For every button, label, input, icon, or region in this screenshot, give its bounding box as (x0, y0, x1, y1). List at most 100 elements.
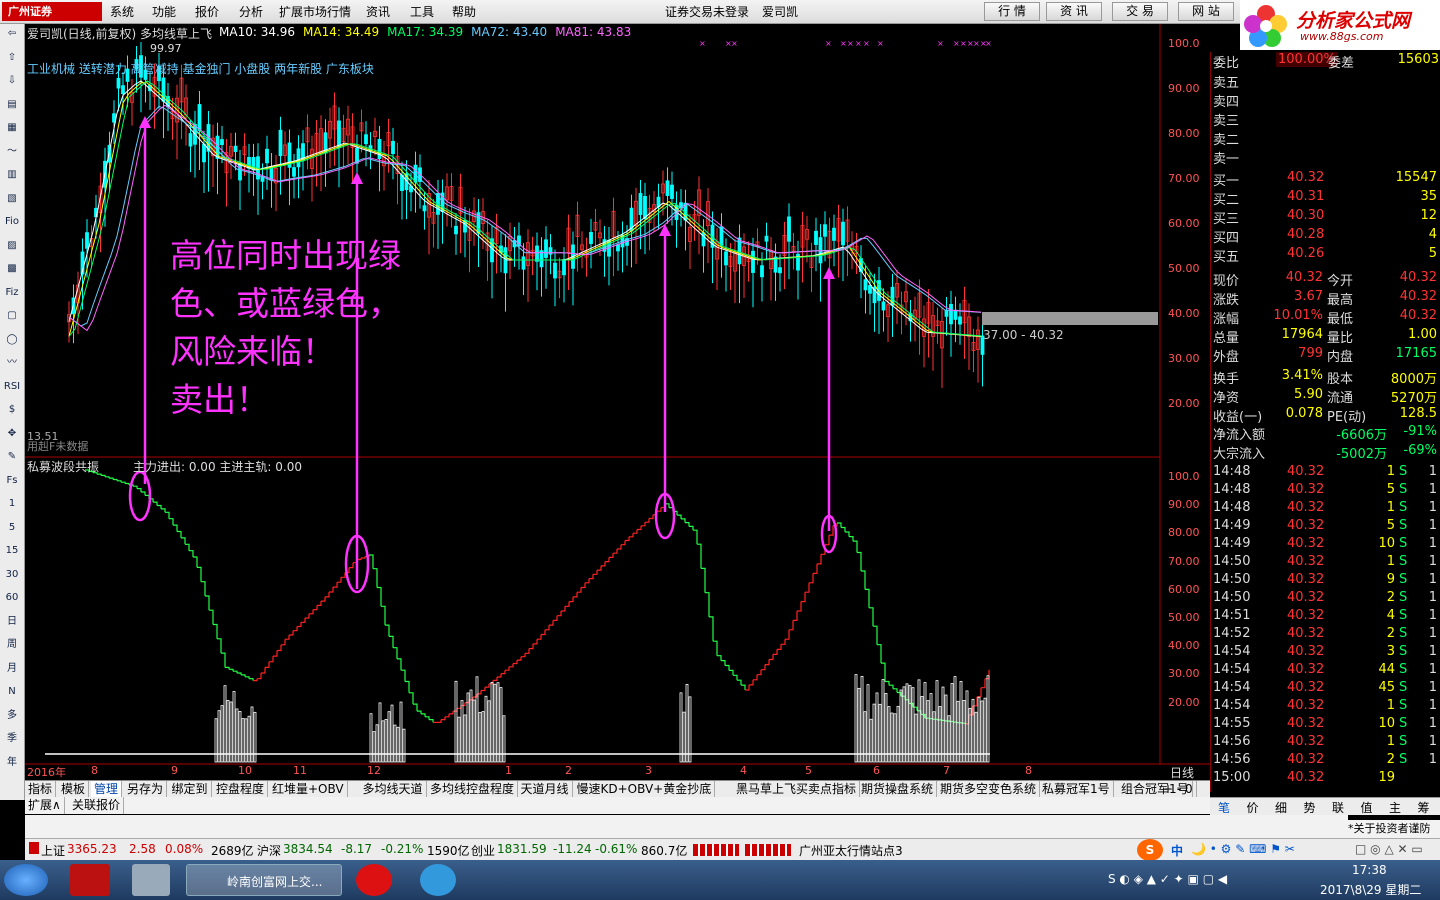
toolbar-tool-icon[interactable]: 15 (3, 543, 21, 559)
website-button[interactable]: 网 站 (1178, 2, 1234, 21)
toolbar-tool-icon[interactable]: ✎ (3, 449, 21, 465)
toolbar-tool-icon[interactable]: ▩ (3, 261, 21, 277)
start-button[interactable] (4, 864, 48, 896)
toolbar-tool-icon[interactable]: 5 (3, 520, 21, 536)
toolbar-tool-icon[interactable]: ◯ (3, 332, 21, 348)
buy-order-row[interactable]: 买二 40.31 35 (1211, 189, 1440, 208)
quote-site[interactable]: 广州亚太行情站点3 (799, 842, 903, 859)
toolbar-tool-icon[interactable]: 日 (3, 614, 21, 630)
sector-blocks[interactable]: 工业机械 送转潜力 高管减持 基金独门 小盘股 两年新股 广东板块 (27, 60, 374, 77)
investor-notice[interactable]: *关于投资者谨防 (1348, 820, 1440, 838)
toolbar-tool-icon[interactable]: ▢ (3, 308, 21, 324)
extend-toggle[interactable]: 扩展∧ (25, 797, 65, 814)
menu-function[interactable]: 功能 (152, 3, 176, 21)
sogou-ime-icon[interactable]: S (1137, 839, 1163, 861)
toolbar-tool-icon[interactable]: ⇧ (3, 50, 21, 66)
indicator-title[interactable]: 私募波段共振 (27, 458, 99, 475)
toolbar-tool-icon[interactable]: Fiz (3, 285, 21, 301)
indicator-tab[interactable]: 多均线天道 (360, 781, 427, 798)
window-controls[interactable]: □ ◎ △ ✕ ▭ (1355, 842, 1423, 856)
menu-analysis[interactable]: 分析 (239, 3, 263, 21)
quote-view-tab[interactable]: 笔 (1218, 799, 1230, 816)
menu-help[interactable]: 帮助 (452, 3, 476, 21)
toolbar-tool-icon[interactable]: 30 (3, 567, 21, 583)
sell-order-row[interactable]: 卖四 (1211, 91, 1440, 110)
clock-time[interactable]: 17:38 (1352, 863, 1387, 877)
taskbar-app-red-icon[interactable] (356, 864, 392, 896)
sell-order-row[interactable]: 卖一 (1211, 148, 1440, 167)
menu-system[interactable]: 系统 (110, 3, 134, 21)
menu-quote[interactable]: 报价 (195, 3, 219, 21)
indicator-tab[interactable]: 控盘程度 (213, 781, 269, 798)
hs-index-name[interactable]: 沪深 (257, 842, 281, 859)
toolbar-tool-icon[interactable]: 〜 (3, 144, 21, 160)
sell-order-row[interactable]: 卖三 (1211, 110, 1440, 129)
tab-scroll-controls[interactable]: + - 0 (1160, 781, 1197, 798)
toolbar-tool-icon[interactable]: 季 (3, 731, 21, 747)
toolbar-tool-icon[interactable]: ▧ (3, 191, 21, 207)
toolbar-tool-icon[interactable]: 60 (3, 590, 21, 606)
toolbar-tool-icon[interactable]: ⇦ (3, 26, 21, 42)
ime-toolbar-icons[interactable]: 🌙 • ⚙ ✎ ⌨ ⚑ ✂ (1191, 842, 1295, 856)
period-label[interactable]: 日线 (1170, 764, 1194, 781)
clock-date[interactable]: 2017\8\29 星期二 (1320, 881, 1421, 898)
indicator-tab[interactable]: 另存为 (124, 781, 168, 798)
toolbar-tool-icon[interactable]: ▥ (3, 167, 21, 183)
toolbar-tool-icon[interactable]: ▦ (3, 120, 21, 136)
indicator-tab[interactable]: 指标 (25, 781, 57, 798)
toolbar-tool-icon[interactable]: 月 (3, 661, 21, 677)
indicator-tab[interactable]: 模板 (58, 781, 90, 798)
news-button[interactable]: 资 讯 (1046, 2, 1102, 21)
indicator-tab[interactable]: 私募冠军1号 (1039, 781, 1114, 798)
toolbar-tool-icon[interactable]: $ (3, 402, 21, 418)
indicator-tab[interactable]: 期货多空变色系统 (937, 781, 1041, 798)
menu-tools[interactable]: 工具 (410, 3, 434, 21)
quote-view-tab[interactable]: 筹 (1418, 799, 1430, 816)
taskbar-app-wh8-icon[interactable] (70, 864, 110, 896)
quote-button[interactable]: 行 情 (984, 2, 1040, 21)
kline-chart-area[interactable]: × × × × × × × × × × × × × × × × 爱司凯(日线,前复权) 多均线草上飞 MA10… (25, 24, 1210, 781)
toolbar-tool-icon[interactable]: 周 (3, 637, 21, 653)
toolbar-tool-icon[interactable]: ▨ (3, 238, 21, 254)
toolbar-tool-icon[interactable]: Fs (3, 473, 21, 489)
buy-order-row[interactable]: 买三 40.30 12 (1211, 208, 1440, 227)
indicator-tab[interactable]: 慢速KD+OBV+黄金抄底 (574, 781, 716, 798)
indicator-tab[interactable]: 多均线控盘程度 (427, 781, 519, 798)
menu-extended-market[interactable]: 扩展市场行情 (279, 3, 351, 21)
quote-view-tab[interactable]: 值 (1361, 799, 1373, 816)
buy-order-row[interactable]: 买一 40.32 15547 (1211, 170, 1440, 189)
taskbar-trading-app[interactable]: 岭南创富网上交... (186, 864, 342, 896)
sell-order-row[interactable]: 卖五 (1211, 72, 1440, 91)
indicator-tab[interactable]: 黑马草上飞买卖点指标 (733, 781, 861, 798)
menu-news[interactable]: 资讯 (366, 3, 390, 21)
indicator-tab[interactable]: 期货操盘系统 (858, 781, 938, 798)
trade-button[interactable]: 交 易 (1112, 2, 1168, 21)
quote-view-tab[interactable]: 势 (1304, 799, 1316, 816)
indicator-tab[interactable]: 红堆量+OBV (269, 781, 348, 798)
toolbar-tool-icon[interactable]: RSI (3, 379, 21, 395)
toolbar-tool-icon[interactable]: 年 (3, 755, 21, 771)
toolbar-tool-icon[interactable]: N (3, 684, 21, 700)
indicator-tab[interactable]: 天道月线 (518, 781, 573, 798)
related-quote-tab[interactable]: 关联报价 (69, 797, 125, 814)
toolbar-tool-icon[interactable]: 多 (3, 708, 21, 724)
sh-index-name[interactable]: 上证 (41, 842, 65, 859)
quote-view-tab[interactable]: 细 (1275, 799, 1287, 816)
buy-order-row[interactable]: 买四 40.28 4 (1211, 227, 1440, 246)
cy-index-name[interactable]: 创业 (471, 842, 495, 859)
sell-order-row[interactable]: 卖二 (1211, 129, 1440, 148)
toolbar-tool-icon[interactable]: ✥ (3, 426, 21, 442)
quote-view-tab[interactable]: 价 (1247, 799, 1259, 816)
toolbar-tool-icon[interactable]: Fio (3, 214, 21, 230)
indicator-tab[interactable]: 绑定到 (169, 781, 212, 798)
buy-order-row[interactable]: 买五 40.26 5 (1211, 246, 1440, 265)
toolbar-tool-icon[interactable]: ⇩ (3, 73, 21, 89)
taskbar-calculator-icon[interactable] (132, 864, 170, 896)
taskbar-ie-icon[interactable] (420, 864, 456, 896)
toolbar-tool-icon[interactable]: 1 (3, 496, 21, 512)
quote-view-tab[interactable]: 联 (1332, 799, 1344, 816)
tray-icons[interactable]: S ◐ ◈ ▲ ✓ ✦ ▣ ▢ ◀ (1108, 872, 1227, 886)
toolbar-tool-icon[interactable]: ▤ (3, 97, 21, 113)
indicator-tab[interactable]: 管理 (91, 781, 123, 798)
quote-view-tab[interactable]: 主 (1389, 799, 1401, 816)
